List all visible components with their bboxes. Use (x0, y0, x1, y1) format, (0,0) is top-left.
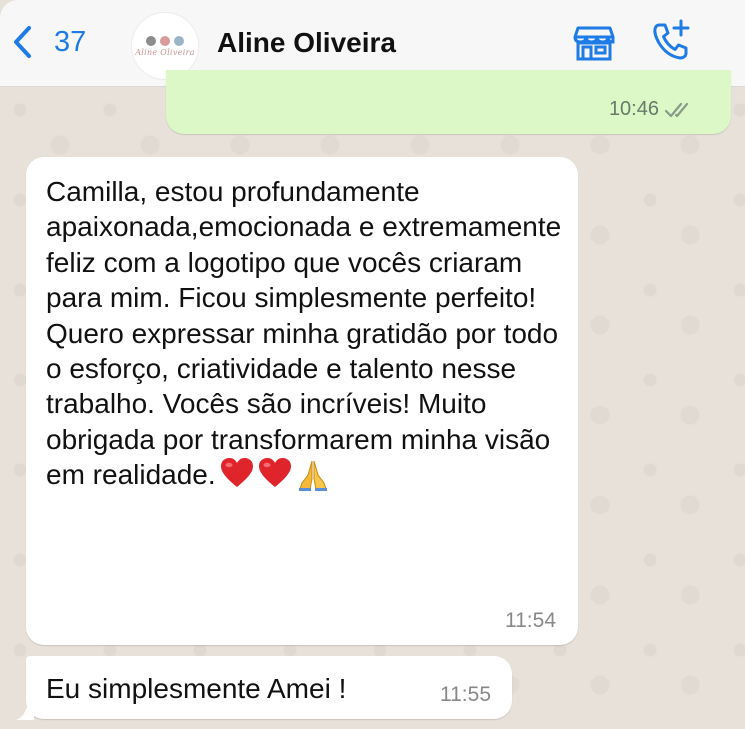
back-button[interactable]: 37 (8, 22, 86, 62)
double-check-icon (664, 102, 689, 118)
red-heart-icon (220, 458, 253, 488)
incoming-message-bubble[interactable]: Camilla, estou profundamente apaixonada,… (26, 157, 578, 645)
emoji-group (220, 457, 330, 492)
avatar-logo-text: Aline Oliveira (135, 47, 195, 57)
outgoing-message-bubble[interactable]: 10:46 (166, 70, 731, 134)
message-time: 10:46 (608, 98, 659, 120)
message-time: 11:54 (505, 609, 556, 632)
add-call-icon[interactable] (648, 17, 696, 65)
chevron-left-icon (14, 26, 31, 58)
avatar-logo-dots (146, 35, 184, 46)
contact-name[interactable]: Aline Oliveira (217, 27, 396, 59)
message-text: Camilla, estou profundamente apaixonada,… (46, 176, 570, 492)
bubble-tail (16, 702, 34, 720)
message-time: 11:55 (440, 683, 491, 706)
unread-count: 37 (54, 25, 87, 58)
red-heart-icon (258, 458, 291, 488)
storefront-icon[interactable] (570, 17, 618, 65)
folded-hands-icon (298, 461, 327, 492)
incoming-message-bubble[interactable]: Eu simplesmente Amei ! 11:55 (26, 656, 512, 719)
